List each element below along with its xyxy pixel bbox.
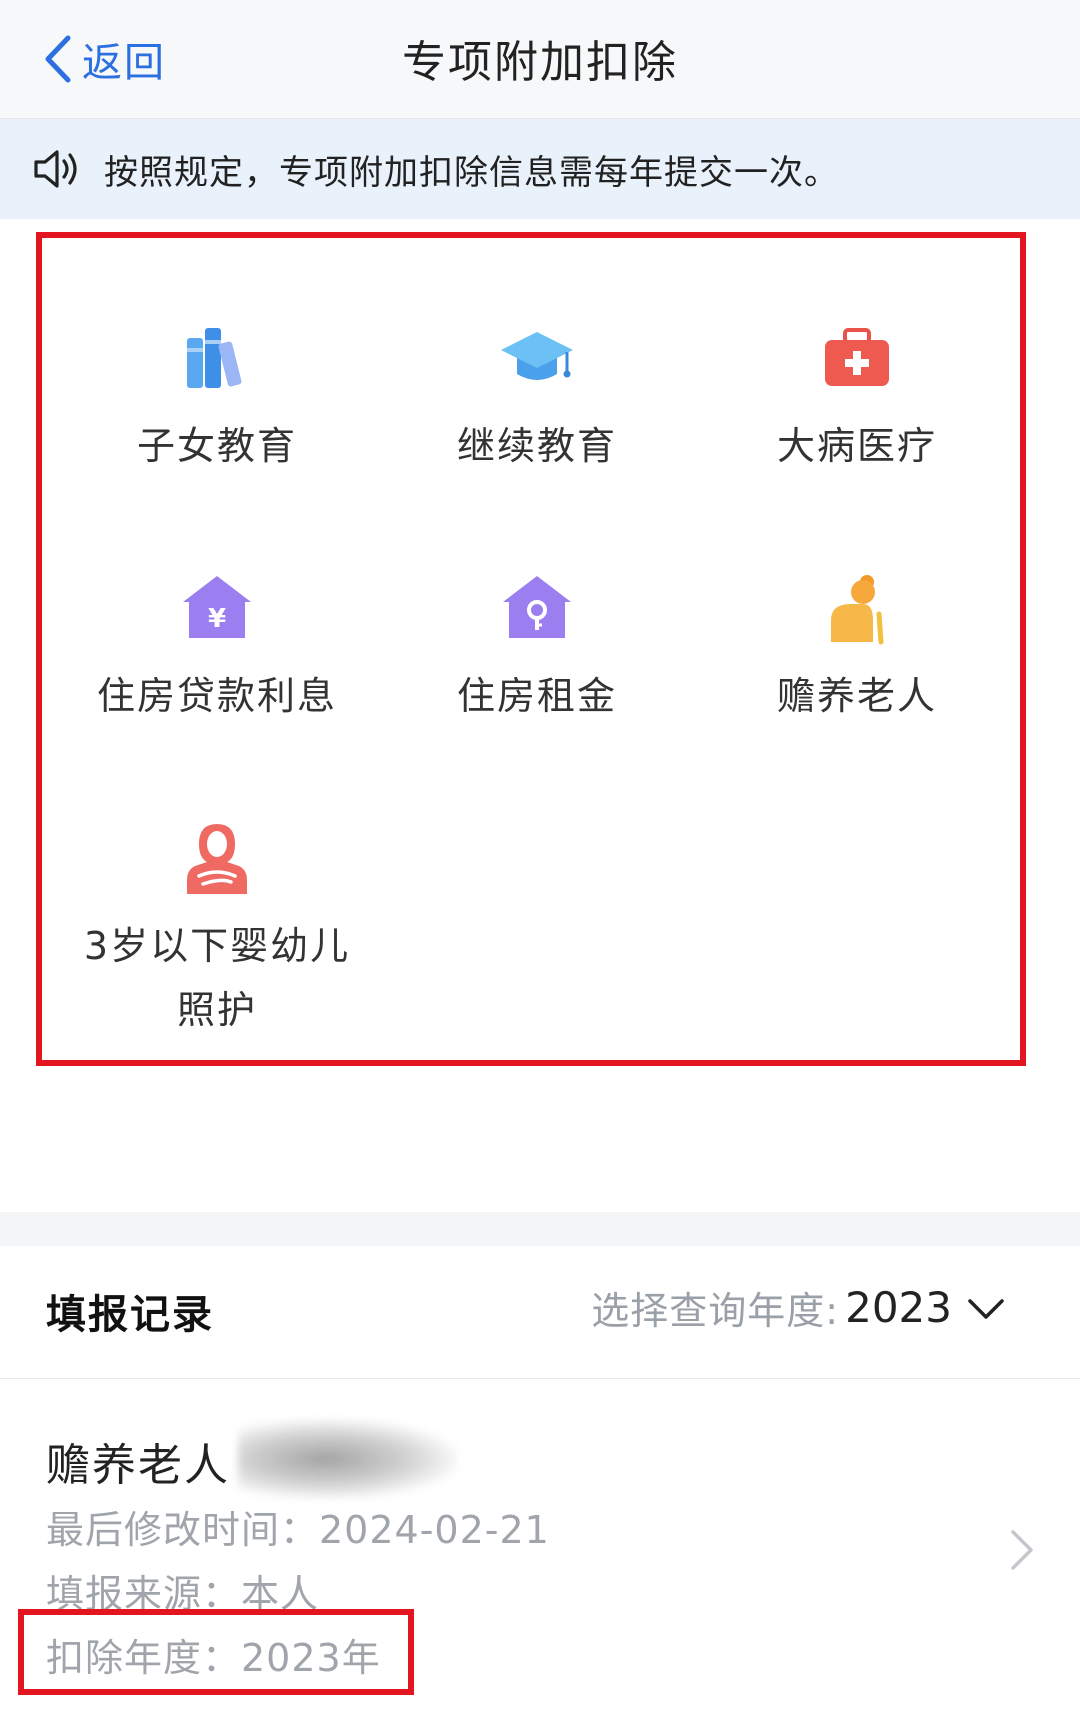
category-label: 子女教育 bbox=[136, 424, 297, 468]
category-infant-care[interactable]: 3岁以下婴幼儿照护 bbox=[52, 818, 382, 1042]
category-label: 住房租金 bbox=[456, 674, 617, 718]
records-header: 填报记录 选择查询年度: 2023 bbox=[0, 1246, 1080, 1379]
category-serious-illness[interactable]: 大病医疗 bbox=[692, 318, 1022, 478]
books-icon bbox=[187, 328, 242, 388]
category-housing-loan-interest[interactable]: ¥ 住房贷款利息 bbox=[52, 568, 382, 728]
notice-bar: 按照规定，专项附加扣除信息需每年提交一次。 bbox=[0, 119, 1080, 219]
elderly-person-icon bbox=[831, 575, 884, 645]
chevron-down-icon bbox=[968, 1298, 1004, 1319]
category-label: 大病医疗 bbox=[776, 424, 937, 468]
category-label: 赡养老人 bbox=[776, 674, 937, 718]
record-type: 赡养老人 bbox=[46, 1440, 230, 1491]
category-elderly-support[interactable]: 赡养老人 bbox=[692, 568, 1022, 728]
graduation-cap-icon bbox=[501, 332, 573, 380]
category-label: 继续教育 bbox=[456, 424, 617, 468]
svg-text:¥: ¥ bbox=[208, 604, 226, 634]
notice-text: 按照规定，专项附加扣除信息需每年提交一次。 bbox=[104, 152, 839, 193]
record-modified-time: 最后修改时间：2024-02-21 bbox=[46, 1508, 550, 1552]
category-continuing-education[interactable]: 继续教育 bbox=[372, 318, 702, 478]
medical-kit-icon bbox=[825, 328, 889, 386]
redacted-name bbox=[238, 1419, 458, 1499]
deduction-year-highlight bbox=[18, 1609, 414, 1695]
category-label: 3岁以下婴幼儿照护 bbox=[83, 924, 351, 1032]
category-housing-rent[interactable]: 住房租金 bbox=[372, 568, 702, 728]
record-item[interactable]: 赡养老人 最后修改时间：2024-02-21 填报来源：本人 扣除年度：2023… bbox=[0, 1379, 1080, 1731]
category-label: 住房贷款利息 bbox=[96, 674, 337, 718]
house-key-icon bbox=[503, 576, 571, 638]
deduction-category-grid: 子女教育 继续教育 大病医疗 ¥ 住房贷款利息 住房租金 赡养老人 3岁以下婴幼… bbox=[36, 232, 1026, 1066]
chevron-right-icon bbox=[1011, 1530, 1033, 1570]
section-divider bbox=[0, 1212, 1080, 1246]
records-title: 填报记录 bbox=[46, 1292, 214, 1338]
category-children-education[interactable]: 子女教育 bbox=[52, 318, 382, 478]
speaker-icon bbox=[34, 150, 77, 188]
page-title: 专项附加扣除 bbox=[402, 37, 678, 88]
year-selector-label: 选择查询年度: bbox=[591, 1289, 840, 1333]
mother-baby-icon bbox=[187, 824, 247, 894]
house-yen-icon: ¥ bbox=[183, 576, 251, 638]
year-selector[interactable]: 选择查询年度: 2023 bbox=[591, 1280, 1006, 1335]
year-selector-value: 2023 bbox=[845, 1283, 952, 1332]
nav-bar: 返回 专项附加扣除 bbox=[0, 0, 1080, 119]
